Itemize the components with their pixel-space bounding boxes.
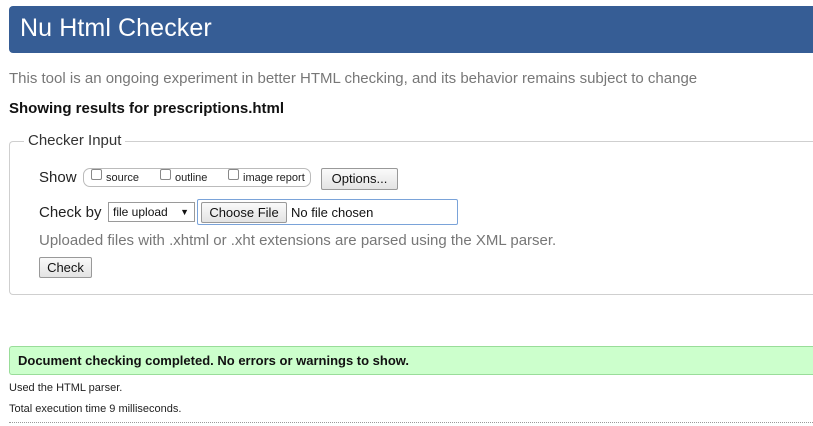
parser-note: Used the HTML parser.: [9, 382, 123, 394]
intro-text: This tool is an ongoing experiment in be…: [9, 70, 698, 87]
page-header: Nu Html Checker: [9, 6, 813, 53]
checker-input-legend: Checker Input: [24, 132, 126, 149]
page-title: Nu Html Checker: [20, 14, 212, 42]
dropdown-arrow-icon: ▼: [180, 207, 189, 217]
check-by-select[interactable]: file upload ▼: [108, 202, 195, 222]
source-checkbox[interactable]: [91, 169, 102, 180]
show-label: Show: [39, 169, 77, 186]
source-checkbox-label[interactable]: source: [106, 172, 139, 184]
success-message: Document checking completed. No errors o…: [18, 353, 410, 368]
check-by-selected-value: file upload: [113, 205, 168, 219]
choose-file-button[interactable]: Choose File: [201, 202, 287, 223]
outline-checkbox[interactable]: [160, 169, 171, 180]
check-by-label: Check by: [39, 204, 102, 221]
outline-checkbox-label[interactable]: outline: [175, 172, 207, 184]
results-heading: Showing results for prescriptions.html: [9, 100, 285, 117]
options-button[interactable]: Options...: [321, 168, 398, 190]
xml-parser-note: Uploaded files with .xhtml or .xht exten…: [39, 232, 557, 249]
check-button[interactable]: Check: [39, 257, 92, 278]
divider: [9, 422, 813, 423]
file-status-text: No file chosen: [291, 205, 374, 220]
image-report-checkbox-label[interactable]: image report: [243, 172, 305, 184]
image-report-checkbox[interactable]: [228, 169, 239, 180]
timing-note: Total execution time 9 milliseconds.: [9, 403, 182, 415]
success-banner: Document checking completed. No errors o…: [9, 346, 813, 375]
